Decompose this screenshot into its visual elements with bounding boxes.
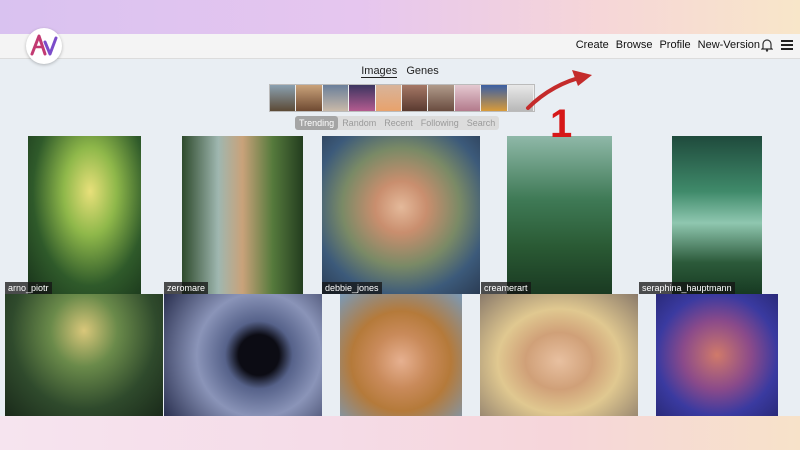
gallery-tile[interactable]: creamerart xyxy=(481,136,639,294)
gallery-tile[interactable]: arno_piotr xyxy=(5,136,163,294)
gallery-tile[interactable] xyxy=(340,294,462,416)
gene-thumbnail[interactable] xyxy=(296,85,323,111)
tab-genes[interactable]: Genes xyxy=(406,65,438,77)
gene-thumbnail[interactable] xyxy=(349,85,376,111)
gene-thumbnail[interactable] xyxy=(322,85,350,111)
filter-following[interactable]: Following xyxy=(417,116,463,130)
gallery-tile[interactable]: zeromare xyxy=(164,136,322,294)
gallery-tile[interactable]: seraphina_hauptmann xyxy=(639,136,777,294)
artwork-image xyxy=(164,294,322,416)
artwork-image xyxy=(672,136,762,294)
annotation-step-number: 1 xyxy=(550,102,573,146)
tab-images[interactable]: Images xyxy=(361,65,398,78)
gene-thumbnail[interactable] xyxy=(270,85,297,111)
gallery-tile[interactable] xyxy=(164,294,322,416)
gene-thumbnail[interactable] xyxy=(428,85,455,111)
filter-random[interactable]: Random xyxy=(338,116,380,130)
content-tabs: Images Genes xyxy=(0,65,800,78)
filter-tabs: Trending Random Recent Following Search xyxy=(295,116,500,130)
artist-name[interactable]: debbie_jones xyxy=(322,282,382,294)
hamburger-menu-icon[interactable] xyxy=(781,40,793,50)
artist-name[interactable]: seraphina_hauptmann xyxy=(639,282,735,294)
artist-name[interactable]: zeromare xyxy=(164,282,209,294)
filter-trending[interactable]: Trending xyxy=(295,116,339,130)
nav-new-version[interactable]: New-Version xyxy=(698,39,760,51)
gene-thumbnail[interactable] xyxy=(375,85,403,111)
gene-thumbnail[interactable] xyxy=(481,85,508,111)
gallery-tile[interactable] xyxy=(480,294,638,416)
artwork-image xyxy=(656,294,778,416)
app-page: Create Browse Profile New-Version Images… xyxy=(0,28,800,416)
artwork-image xyxy=(5,294,163,416)
video-top-border xyxy=(0,0,800,34)
logo-icon xyxy=(30,34,58,56)
gene-thumbnail[interactable] xyxy=(402,85,429,111)
video-bottom-border xyxy=(0,416,800,450)
top-nav: Create Browse Profile New-Version xyxy=(0,28,800,64)
gallery-tile[interactable] xyxy=(656,294,778,416)
artist-name[interactable]: creamerart xyxy=(481,282,531,294)
artwork-image xyxy=(340,294,462,416)
filter-search[interactable]: Search xyxy=(463,116,500,130)
gallery-tile[interactable] xyxy=(5,294,163,416)
nav-profile[interactable]: Profile xyxy=(659,39,690,51)
gene-thumbnail-strip xyxy=(269,84,535,112)
logo[interactable] xyxy=(26,28,62,64)
filter-recent[interactable]: Recent xyxy=(380,116,417,130)
nav-browse[interactable]: Browse xyxy=(616,39,653,51)
artwork-image xyxy=(507,136,612,294)
artwork-image xyxy=(182,136,303,294)
artist-name[interactable]: arno_piotr xyxy=(5,282,52,294)
bell-icon[interactable] xyxy=(761,38,773,52)
artwork-image xyxy=(28,136,141,294)
artwork-image xyxy=(322,136,480,294)
nav-links: Create Browse Profile New-Version xyxy=(576,39,760,51)
artwork-image xyxy=(480,294,638,416)
nav-create[interactable]: Create xyxy=(576,39,609,51)
gene-thumbnail[interactable] xyxy=(454,85,482,111)
gallery-tile[interactable]: debbie_jones xyxy=(322,136,480,294)
